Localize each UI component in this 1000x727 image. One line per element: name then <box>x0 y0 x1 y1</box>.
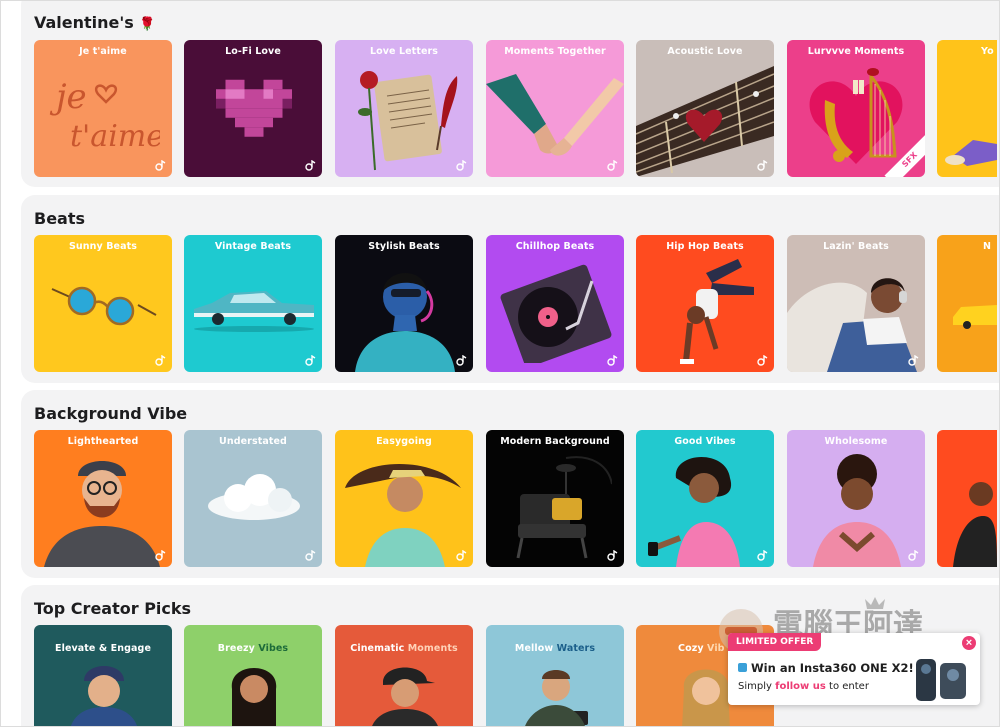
rose-icon: 🌹 <box>139 17 156 32</box>
playlist-card-sunny-beats[interactable]: Sunny Beats <box>34 235 172 372</box>
brand-logo-icon <box>155 355 166 366</box>
turntable-illustration <box>500 264 612 363</box>
woman-dark-hair-illustration <box>231 668 277 726</box>
card-title: Mellow Waters <box>514 643 596 654</box>
brand-logo-icon <box>908 355 919 366</box>
bearded-man-illustration <box>44 461 160 567</box>
section-title: Background Vibe <box>34 404 188 423</box>
playlist-card-love-letters[interactable]: Love Letters <box>335 40 473 177</box>
promo-tag: LIMITED OFFER <box>728 633 822 651</box>
follow-us-link[interactable]: follow us <box>775 681 826 692</box>
brand-logo-icon <box>757 550 768 561</box>
partial-illustration <box>953 482 997 567</box>
playlist-card-partial[interactable]: Yo <box>937 40 997 177</box>
brand-logo-icon <box>607 355 618 366</box>
promo-subtext: Simply follow us to enter <box>738 681 869 692</box>
playlist-card-breezy-vibes[interactable]: Breezy Vibes <box>184 625 322 726</box>
playlist-card-modern-background[interactable]: Modern Background <box>486 430 624 567</box>
playlist-card-hip-hop-beats[interactable]: Hip Hop Beats <box>636 235 774 372</box>
playlist-card-lo-fi-love[interactable]: Lo-Fi Love <box>184 40 322 177</box>
playlist-card-partial[interactable]: N <box>937 235 997 372</box>
card-title: Breezy Vibes <box>217 643 289 654</box>
section-title: Beats <box>34 209 86 228</box>
section-title: Top Creator Picks <box>34 599 192 618</box>
pixel-heart-illustration <box>216 79 292 137</box>
camera-product-image <box>916 659 966 701</box>
playlist-card-je-taime[interactable]: Je t'aime je t'aime <box>34 40 172 177</box>
svg-text:t'aime: t'aime <box>70 119 160 154</box>
woman-smile-illustration <box>813 454 901 567</box>
brand-logo-icon <box>757 160 768 171</box>
brand-logo-icon <box>305 355 316 366</box>
woman-hair-illustration <box>345 463 461 567</box>
man-camera-illustration <box>525 670 588 726</box>
cloud-illustration <box>208 474 300 520</box>
guitar-heart-illustration <box>636 66 774 177</box>
sunglasses-illustration <box>51 286 157 326</box>
woman-phone-illustration <box>648 456 740 567</box>
brand-logo-icon <box>757 355 768 366</box>
chair-lamp-illustration <box>516 456 612 559</box>
section-title: Valentine's 🌹 <box>34 13 156 32</box>
playlist-card-moments-together[interactable]: Moments Together <box>486 40 624 177</box>
svg-text:je: je <box>49 77 87 117</box>
brand-logo-icon <box>456 355 467 366</box>
app-frame: Valentine's 🌹 Beats Background Vibe Top … <box>0 0 1000 727</box>
playlist-card-acoustic-love[interactable]: Acoustic Love <box>636 40 774 177</box>
playlist-card-lighthearted[interactable]: Lighthearted <box>34 430 172 567</box>
playlist-card-elevate-engage[interactable]: Elevate & Engage <box>34 625 172 726</box>
partial-illustration <box>945 140 997 166</box>
lettering-illustration: je t'aime <box>49 77 160 154</box>
saxophone-harp-illustration <box>809 68 903 164</box>
promo-headline: Win an Insta360 ONE X2! <box>738 661 914 675</box>
man-cap-illustration <box>372 667 438 726</box>
brand-logo-icon <box>155 160 166 171</box>
playlist-card-wholesome[interactable]: Wholesome <box>787 430 925 567</box>
playlist-card-lurvvve-moments[interactable]: Lurvvve Moments SFX <box>787 40 925 177</box>
playlist-card-good-vibes[interactable]: Good Vibes <box>636 430 774 567</box>
woman-headphones-illustration <box>787 278 917 372</box>
promo-popup[interactable]: LIMITED OFFER × Win an Insta360 ONE X2! … <box>728 633 980 705</box>
vintage-car-illustration <box>194 291 314 332</box>
playlist-card-lazin-beats[interactable]: Lazin' Beats <box>787 235 925 372</box>
brand-logo-icon <box>456 550 467 561</box>
playlist-card-cinematic-moments[interactable]: Cinematic Moments <box>335 625 473 726</box>
playlist-card-partial[interactable] <box>937 430 997 567</box>
brand-logo-icon <box>305 160 316 171</box>
playlist-card-easygoing[interactable]: Easygoing <box>335 430 473 567</box>
card-title: Cinematic Moments <box>350 643 458 654</box>
brand-logo-icon <box>305 550 316 561</box>
brand-logo-icon <box>607 160 618 171</box>
brand-logo-icon <box>456 160 467 171</box>
playlist-card-mellow-waters[interactable]: Mellow Waters <box>486 625 624 726</box>
close-button[interactable]: × <box>962 636 976 650</box>
playlist-card-chillhop-beats[interactable]: Chillhop Beats <box>486 235 624 372</box>
brand-logo-icon <box>607 550 618 561</box>
brand-logo-icon <box>908 550 919 561</box>
neon-portrait-illustration <box>355 272 455 372</box>
letter-rose-illustration <box>358 71 458 171</box>
partial-illustration <box>953 305 997 329</box>
playlist-card-vintage-beats[interactable]: Vintage Beats <box>184 235 322 372</box>
holding-hands-illustration <box>486 74 624 156</box>
playlist-card-understated[interactable]: Understated <box>184 430 322 567</box>
breakdancer-illustration <box>680 259 754 364</box>
gift-icon <box>738 663 747 672</box>
man-beanie-illustration <box>71 666 137 726</box>
playlist-card-stylish-beats[interactable]: Stylish Beats <box>335 235 473 372</box>
brand-logo-icon <box>155 550 166 561</box>
